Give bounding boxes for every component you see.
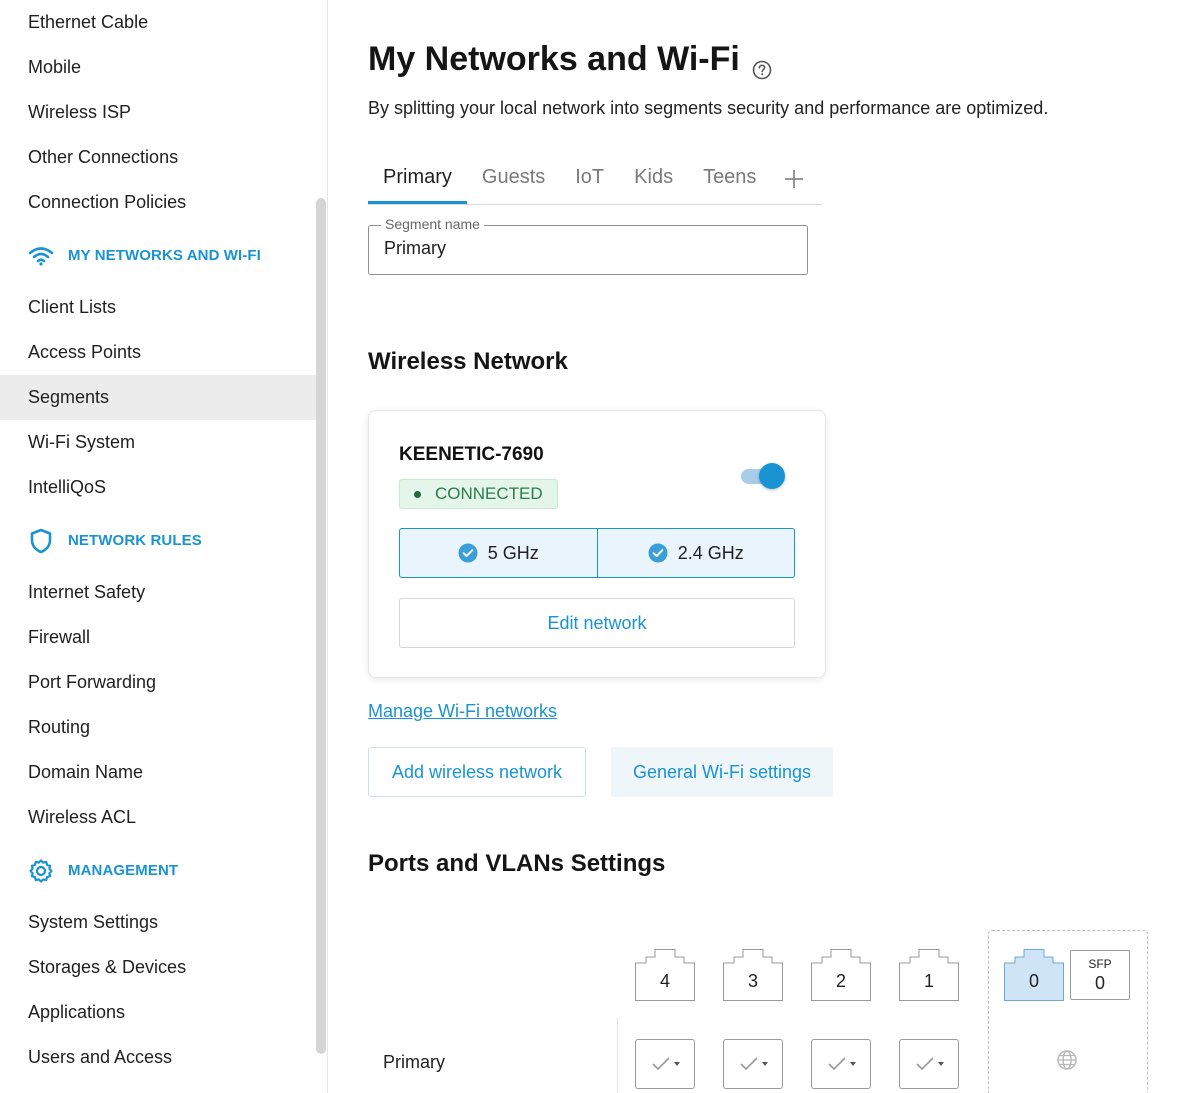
sidebar-section-management[interactable]: MANAGEMENT [0,848,316,893]
tab-kids[interactable]: Kids [619,160,688,204]
sidebar-item-system-settings[interactable]: System Settings [0,900,316,945]
wan-port-0[interactable]: 0 [1004,949,1064,1001]
wifi-icon [28,243,54,269]
sidebar-section-network-rules[interactable]: NETWORK RULES [0,518,316,563]
edit-network-button[interactable]: Edit network [399,598,795,648]
sidebar-item-access-points[interactable]: Access Points [0,330,316,375]
network-name: KEENETIC-7690 [399,444,544,465]
segment-name-input[interactable] [384,238,784,259]
page-title-text: My Networks and Wi-Fi [368,40,740,78]
check-circle-icon [458,543,478,563]
sidebar: Ethernet Cable Mobile Wireless ISP Other… [0,0,328,1093]
check-circle-icon [648,543,668,563]
sfp-label: SFP [1088,957,1112,971]
lan-port-1[interactable]: 1 [899,949,959,1001]
vlan-select-port-4[interactable] [635,1039,695,1089]
globe-icon [1056,1049,1078,1071]
check-dropdown-icon [652,1057,680,1071]
add-segment-icon[interactable] [771,160,817,204]
gear-icon [28,858,54,884]
wireless-network-card: KEENETIC-7690 CONNECTED 5 GHz 2.4 GHz Ed… [368,410,826,678]
help-icon[interactable] [752,50,772,79]
shield-icon [28,528,54,554]
sidebar-item-internet-safety[interactable]: Internet Safety [0,570,316,615]
tab-primary[interactable]: Primary [368,160,467,204]
lan-port-3[interactable]: 3 [723,949,783,1001]
sidebar-item-ethernet-cable[interactable]: Ethernet Cable [0,0,316,45]
band-2-4ghz[interactable]: 2.4 GHz [596,529,795,577]
tab-iot[interactable]: IoT [560,160,619,204]
sidebar-section-my-networks[interactable]: MY NETWORKS AND WI-FI [0,233,316,278]
row-divider [617,1018,618,1093]
sidebar-item-wireless-isp[interactable]: Wireless ISP [0,90,316,135]
band-selector: 5 GHz 2.4 GHz [399,528,795,578]
band-label: 2.4 GHz [677,542,744,563]
ports-vlans-title: Ports and VLANs Settings [368,850,666,877]
sidebar-item-domain-name[interactable]: Domain Name [0,750,316,795]
tab-guests[interactable]: Guests [467,160,560,204]
sidebar-item-connection-policies[interactable]: Connection Policies [0,180,316,225]
sidebar-section-label: MANAGEMENT [68,862,179,879]
lan-port-4[interactable]: 4 [635,949,695,1001]
sidebar-item-routing[interactable]: Routing [0,705,316,750]
general-wifi-settings-button[interactable]: General Wi-Fi settings [611,747,833,797]
status-badge: CONNECTED [399,479,558,509]
vlan-select-port-3[interactable] [723,1039,783,1089]
sidebar-scrollbar[interactable] [316,198,326,1054]
lan-port-2[interactable]: 2 [811,949,871,1001]
segment-name-field: Segment name [368,216,808,275]
sidebar-item-mobile[interactable]: Mobile [0,45,316,90]
vlan-select-port-2[interactable] [811,1039,871,1089]
main-content: My Networks and Wi-Fi By splitting your … [328,0,1178,1093]
tab-teens[interactable]: Teens [688,160,771,204]
wireless-network-title: Wireless Network [368,348,568,375]
port-number: 1 [923,971,934,991]
sidebar-item-applications[interactable]: Applications [0,990,316,1035]
check-dropdown-icon [916,1057,944,1071]
port-number: 2 [835,971,846,991]
sidebar-item-segments[interactable]: Segments [0,375,316,420]
sidebar-item-intelliqos[interactable]: IntelliQoS [0,465,316,510]
check-dropdown-icon [828,1057,856,1071]
port-number: 0 [1028,971,1039,991]
manage-wifi-link[interactable]: Manage Wi-Fi networks [368,701,557,722]
port-number: 4 [659,971,670,991]
sidebar-item-client-lists[interactable]: Client Lists [0,285,316,330]
port-number: 3 [747,971,758,991]
sidebar-item-port-forwarding[interactable]: Port Forwarding [0,660,316,705]
status-dot-icon [414,490,421,498]
sidebar-item-wifi-system[interactable]: Wi-Fi System [0,420,316,465]
sidebar-item-firewall[interactable]: Firewall [0,615,316,660]
page-title: My Networks and Wi-Fi [368,40,772,79]
segment-tabs: Primary Guests IoT Kids Teens [368,160,822,205]
sfp-port-0[interactable]: SFP 0 [1070,950,1130,1000]
check-dropdown-icon [740,1057,768,1071]
sidebar-item-other-connections[interactable]: Other Connections [0,135,316,180]
sidebar-section-label: MY NETWORKS AND WI-FI [68,247,261,264]
vlan-row-label: Primary [383,1052,445,1072]
sidebar-item-wireless-acl[interactable]: Wireless ACL [0,795,316,840]
band-label: 5 GHz [487,542,539,563]
add-wireless-network-button[interactable]: Add wireless network [368,747,586,797]
band-5ghz[interactable]: 5 GHz [400,529,597,577]
sidebar-item-storages-devices[interactable]: Storages & Devices [0,945,316,990]
page-description: By splitting your local network into seg… [368,98,1049,118]
sidebar-item-users-access[interactable]: Users and Access [0,1035,316,1080]
network-enable-toggle[interactable] [741,463,785,489]
port-number: 0 [1094,973,1105,993]
sidebar-section-label: NETWORK RULES [68,532,202,549]
segment-name-label: Segment name [381,216,484,232]
status-text: CONNECTED [435,484,543,503]
vlan-select-port-1[interactable] [899,1039,959,1089]
